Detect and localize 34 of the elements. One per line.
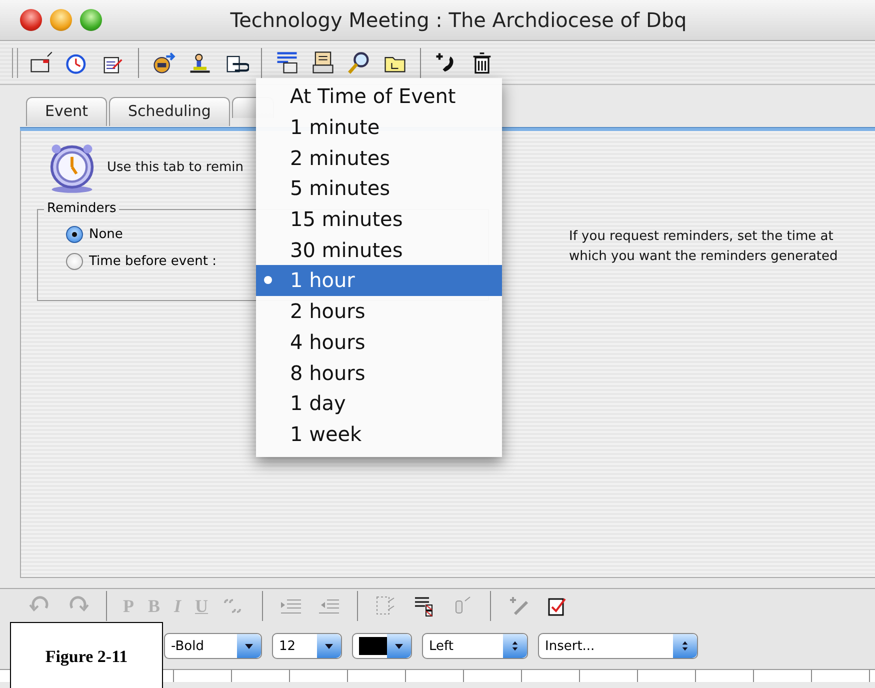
- caret-icon: [325, 644, 333, 648]
- menu-item[interactable]: 1 hour: [256, 265, 502, 296]
- caret-icon: [395, 644, 403, 648]
- menu-item[interactable]: 2 minutes: [256, 142, 502, 174]
- menu-item[interactable]: 30 minutes: [256, 234, 502, 266]
- group-label: Reminders: [44, 201, 120, 216]
- person-arrow-icon[interactable]: [151, 50, 177, 76]
- radio-button[interactable]: None: [66, 226, 123, 243]
- help-text: If you request reminders, set the time at which you want the reminders generated: [569, 228, 839, 266]
- menu-item[interactable]: At Time of Event: [256, 81, 502, 112]
- color-popup[interactable]: [352, 633, 412, 659]
- menu-item[interactable]: 15 minutes: [256, 204, 502, 234]
- menu-item[interactable]: 8 hours: [256, 357, 502, 388]
- figure-caption: Figure 2-11: [10, 622, 163, 688]
- tab[interactable]: Scheduling: [108, 97, 230, 126]
- menu-item[interactable]: 1 day: [256, 388, 502, 419]
- menu-item[interactable]: 4 hours: [256, 326, 502, 358]
- close-button[interactable]: [20, 9, 42, 31]
- menu-item[interactable]: 1 week: [256, 418, 502, 450]
- window-title: Technology Meeting : The Archdiocese of Dbq: [229, 8, 688, 32]
- printer-icon[interactable]: [310, 50, 336, 76]
- size-popup[interactable]: 12: [272, 633, 342, 659]
- menu-item[interactable]: 2 hours: [256, 296, 502, 326]
- zoom-button[interactable]: [80, 9, 102, 31]
- font-popup[interactable]: -Bold: [164, 633, 262, 659]
- insert-popup[interactable]: Insert...: [538, 633, 698, 659]
- toolbar-grip-icon: [12, 48, 18, 78]
- radio-button[interactable]: Time before event :: [66, 253, 216, 270]
- instruction-text: Use this tab to remin: [107, 160, 244, 174]
- menu-item[interactable]: 1 minute: [256, 112, 502, 142]
- caret-icon: [245, 644, 253, 648]
- tab[interactable]: Event: [26, 97, 107, 126]
- menu-item[interactable]: 5 minutes: [256, 173, 502, 204]
- alignment-popup[interactable]: Left: [422, 633, 528, 659]
